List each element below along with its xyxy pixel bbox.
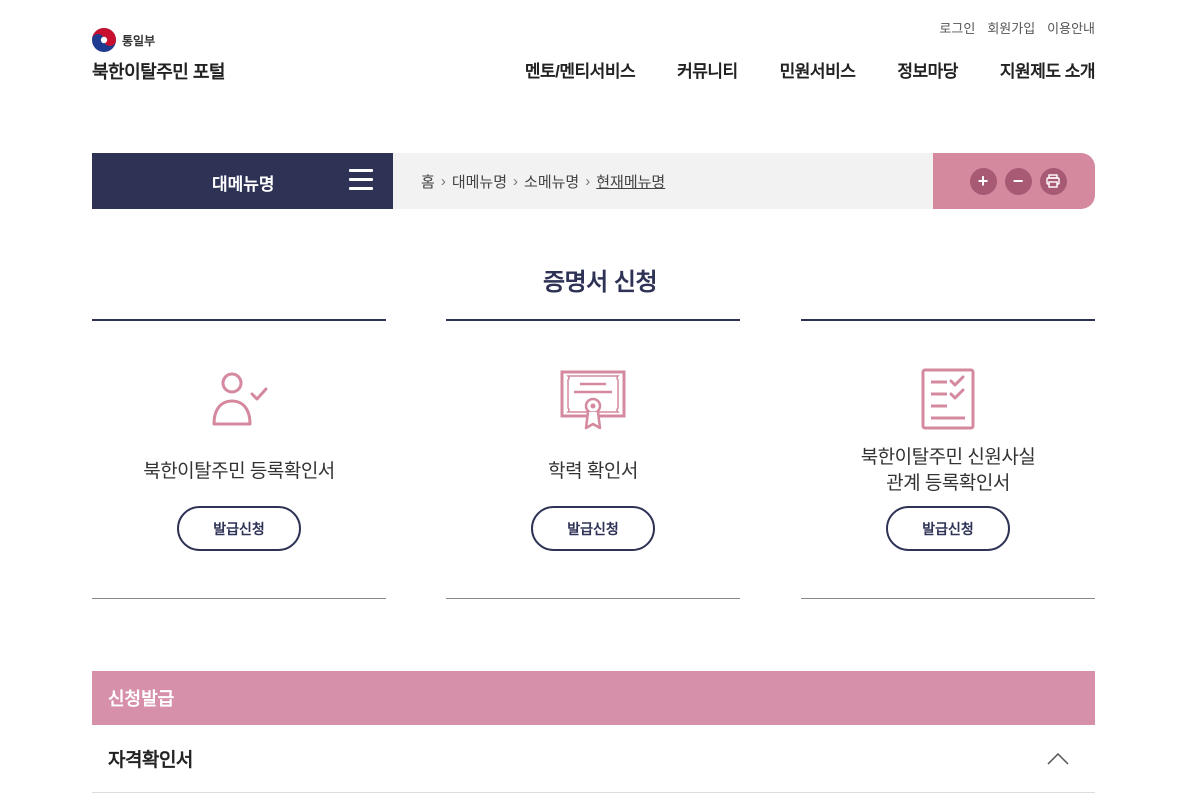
breadcrumb-home[interactable]: 홈	[421, 171, 435, 192]
breadcrumb-main-menu[interactable]: 대메뉴명	[452, 171, 507, 192]
nav-info[interactable]: 정보마당	[897, 57, 958, 82]
utility-links: 로그인 회원가입 이용안내	[939, 18, 1095, 37]
main-navigation: 멘토/멘티서비스 커뮤니티 민원서비스 정보마당 지원제도 소개	[525, 57, 1096, 82]
card-title: 북한이탈주민 등록확인서	[143, 461, 335, 482]
issue-request-button[interactable]: 발급신청	[531, 506, 655, 551]
certificate-card: 북한이탈주민 신원사실 관계 등록확인서 발급신청	[801, 319, 1095, 599]
issue-request-button[interactable]: 발급신청	[886, 506, 1010, 551]
nav-civil-service[interactable]: 민원서비스	[780, 57, 856, 82]
issue-request-button[interactable]: 발급신청	[177, 506, 301, 551]
print-icon	[1046, 174, 1060, 188]
breadcrumb-separator-icon: ›	[440, 172, 446, 190]
card-title: 북한이탈주민 신원사실 관계 등록확인서	[801, 445, 1095, 497]
breadcrumb-sub-menu[interactable]: 소메뉴명	[524, 171, 579, 192]
accordion-header: 신청발급	[92, 671, 1095, 725]
card-title-line-2: 관계 등록확인서	[886, 473, 1010, 494]
nav-community[interactable]: 커뮤니티	[677, 57, 738, 82]
site-logo[interactable]: 통일부 북한이탈주민 포털	[92, 28, 225, 84]
certificate-icon	[560, 370, 626, 430]
taegeuk-emblem-icon	[92, 28, 116, 52]
certificate-card: 북한이탈주민 등록확인서 발급신청	[92, 319, 386, 599]
page-title: 증명서 신청	[542, 269, 658, 296]
menu-hamburger-icon[interactable]	[349, 169, 373, 193]
print-button[interactable]	[1039, 167, 1067, 195]
nav-mentoring[interactable]: 멘토/멘티서비스	[525, 57, 636, 82]
site-header: 통일부 북한이탈주민 포털 로그인 회원가입 이용안내 멘토/멘티서비스 커뮤니…	[0, 0, 1200, 110]
main-menu-title: 대메뉴명	[212, 175, 275, 194]
accordion-item-title: 자격확인서	[108, 750, 193, 771]
ministry-name: 통일부	[122, 33, 156, 48]
certificate-card: 학력 확인서 발급신청	[446, 319, 740, 599]
main-menu-box: 대메뉴명	[92, 153, 393, 209]
zoom-in-button[interactable]: +	[969, 167, 997, 195]
portal-name: 북한이탈주민 포털	[92, 62, 225, 82]
login-link[interactable]: 로그인	[939, 18, 975, 37]
application-accordion: 신청발급 자격확인서	[92, 671, 1095, 793]
guide-link[interactable]: 이용안내	[1047, 18, 1095, 37]
nav-support[interactable]: 지원제도 소개	[1000, 57, 1096, 82]
breadcrumb-separator-icon: ›	[585, 172, 591, 190]
certificate-cards: 북한이탈주민 등록확인서 발급신청 학력 확인서 발급신청 북한이탈주민 신원사…	[92, 319, 1095, 599]
card-title: 학력 확인서	[548, 461, 638, 482]
card-title-line-1: 북한이탈주민 신원사실	[860, 447, 1036, 468]
page-tools: + −	[933, 153, 1095, 209]
location-bar: 대메뉴명 홈 › 대메뉴명 › 소메뉴명 › 현재메뉴명 + −	[92, 153, 1095, 209]
signup-link[interactable]: 회원가입	[987, 18, 1035, 37]
breadcrumb: 홈 › 대메뉴명 › 소메뉴명 › 현재메뉴명	[393, 153, 933, 209]
checklist-icon	[921, 368, 975, 430]
chevron-up-icon[interactable]	[1047, 752, 1069, 765]
breadcrumb-current[interactable]: 현재메뉴명	[596, 171, 665, 192]
breadcrumb-separator-icon: ›	[513, 172, 519, 190]
accordion-item[interactable]: 자격확인서	[92, 725, 1095, 793]
zoom-out-button[interactable]: −	[1004, 167, 1032, 195]
user-check-icon	[212, 372, 268, 426]
